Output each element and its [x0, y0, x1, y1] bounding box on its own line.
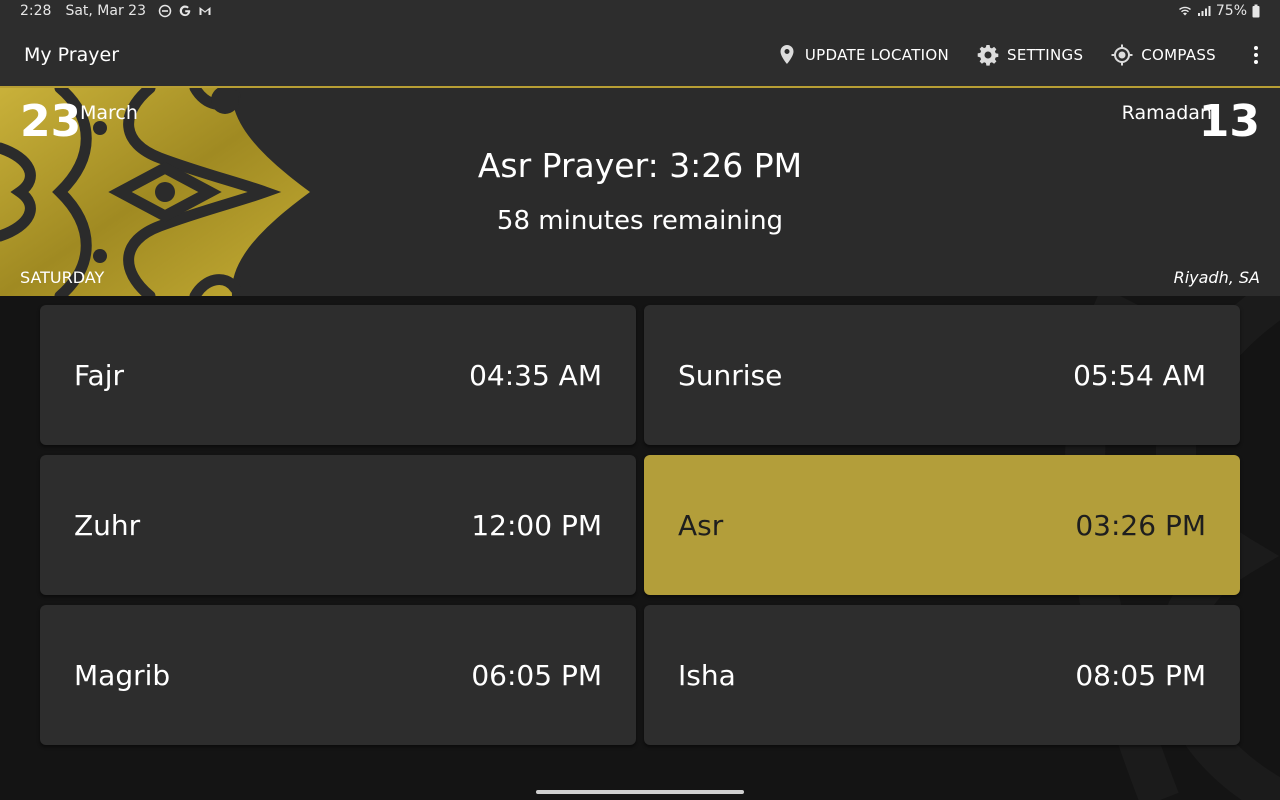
battery-percent: 75%	[1215, 3, 1247, 19]
prayer-name: Zuhr	[74, 508, 141, 542]
prayer-card-asr[interactable]: Asr 03:26 PM	[644, 455, 1240, 595]
status-date: Sat, Mar 23	[65, 3, 146, 19]
compass-icon	[1111, 44, 1133, 66]
prayer-times-grid: Fajr 04:35 AM Sunrise 05:54 AM Zuhr 12:0…	[40, 305, 1240, 745]
prayer-card-magrib[interactable]: Magrib 06:05 PM	[40, 605, 636, 745]
prayer-time: 04:35 AM	[469, 358, 602, 392]
google-icon	[179, 5, 191, 17]
compass-button[interactable]: COMPASS	[1111, 44, 1216, 66]
update-location-button[interactable]: UPDATE LOCATION	[777, 44, 949, 66]
settings-label: SETTINGS	[1007, 46, 1084, 64]
prayer-name: Sunrise	[678, 358, 783, 392]
prayer-time: 12:00 PM	[471, 508, 602, 542]
prayer-name: Magrib	[74, 658, 171, 692]
status-bar: 2:28 Sat, Mar 23 75%	[0, 0, 1280, 24]
prayer-card-zuhr[interactable]: Zuhr 12:00 PM	[40, 455, 636, 595]
prayer-card-sunrise[interactable]: Sunrise 05:54 AM	[644, 305, 1240, 445]
weekday-label: SATURDAY	[20, 268, 105, 287]
app-bar-actions: UPDATE LOCATION SETTINGS COMPASS	[777, 24, 1280, 86]
signal-icon	[1197, 6, 1211, 16]
more-vert-icon	[1254, 46, 1258, 64]
prayer-time: 06:05 PM	[471, 658, 602, 692]
app-bar: My Prayer UPDATE LOCATION SETTINGS COMPA…	[0, 24, 1280, 88]
prayer-name: Fajr	[74, 358, 124, 392]
gregorian-day: 23	[20, 96, 82, 147]
wifi-icon	[1178, 6, 1191, 16]
home-indicator[interactable]	[536, 790, 744, 794]
prayer-card-isha[interactable]: Isha 08:05 PM	[644, 605, 1240, 745]
next-prayer-title: Asr Prayer: 3:26 PM	[477, 146, 803, 185]
settings-button[interactable]: SETTINGS	[977, 44, 1083, 66]
location-label: Riyadh, SA	[1173, 268, 1260, 287]
battery-icon	[1252, 4, 1260, 18]
prayer-name: Asr	[678, 508, 724, 542]
time-remaining: 58 minutes remaining	[496, 206, 784, 236]
gregorian-month: March	[80, 102, 138, 124]
gear-icon	[977, 45, 999, 66]
do-not-disturb-icon	[158, 4, 172, 18]
date-header: 23 March Ramadan 13 Asr Prayer: 3:26 PM …	[0, 88, 1280, 296]
status-time: 2:28	[20, 3, 52, 19]
prayer-time: 05:54 AM	[1073, 358, 1206, 392]
app-title: My Prayer	[24, 44, 119, 66]
prayer-time: 08:05 PM	[1075, 658, 1206, 692]
prayer-card-fajr[interactable]: Fajr 04:35 AM	[40, 305, 636, 445]
location-pin-icon	[780, 45, 794, 64]
overflow-menu-button[interactable]	[1244, 45, 1268, 65]
prayer-time: 03:26 PM	[1075, 508, 1206, 542]
prayer-name: Isha	[678, 658, 736, 692]
update-location-label: UPDATE LOCATION	[804, 46, 950, 64]
hijri-day: 13	[1198, 96, 1260, 147]
compass-label: COMPASS	[1141, 46, 1216, 64]
gmail-icon	[199, 7, 211, 15]
